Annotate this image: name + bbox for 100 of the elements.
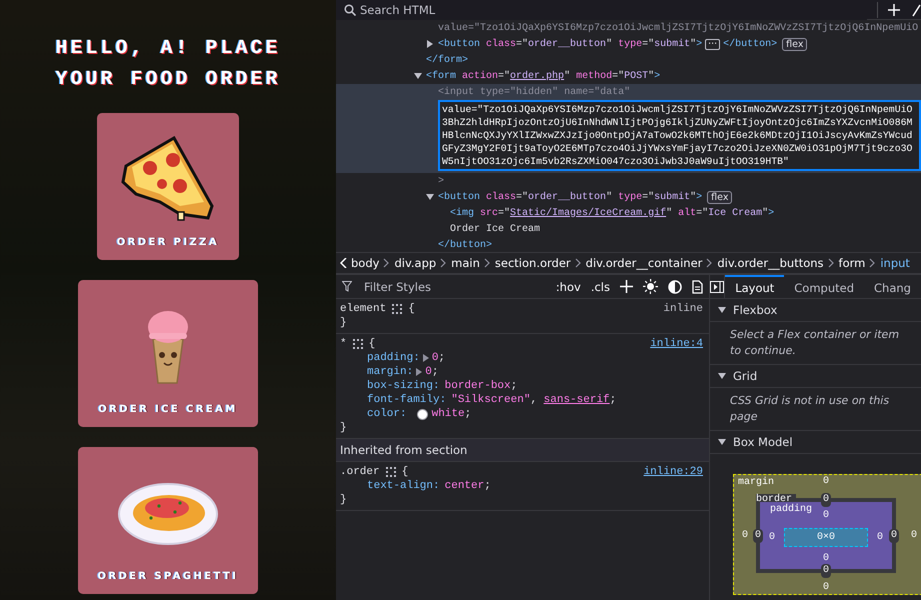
panel-tab[interactable]: Computed — [784, 275, 864, 298]
panel-tab[interactable]: Chang — [864, 275, 921, 298]
breadcrumb-item[interactable]: section.order — [490, 256, 575, 270]
property-name[interactable]: padding: — [367, 351, 420, 365]
code-line: value="Tzo1OiJQaXp6YSI6Mzp7czo1OiJwcmljZSI7TjtzOjY6ImNoZWVzZSI7TjtzOjQ6InNpemUiO — [438, 22, 918, 34]
chevron-icon — [706, 258, 714, 268]
property-name[interactable]: box-sizing: — [367, 379, 440, 393]
flex-badge[interactable]: flex — [782, 38, 808, 50]
property-name[interactable]: text-align: — [367, 479, 440, 493]
close-brace: } — [340, 493, 348, 507]
sun-icon[interactable] — [643, 279, 658, 294]
chevron-icon — [484, 258, 491, 268]
css-selector: .order — [340, 465, 380, 479]
dotted-square-icon[interactable] — [392, 304, 402, 314]
border-right-value[interactable]: 0 — [889, 528, 900, 542]
collapse-arrow-icon[interactable] — [718, 306, 726, 314]
property-value[interactable]: border-box; — [444, 379, 518, 393]
property-name[interactable]: font-family: — [367, 393, 446, 407]
chevron-icon — [869, 258, 876, 268]
scroll-left-icon[interactable] — [340, 258, 347, 268]
breadcrumb-item[interactable]: form — [834, 256, 870, 270]
link[interactable]: Static/Images/IceCream.gif — [510, 208, 666, 218]
border-top-value[interactable]: 0 — [820, 493, 831, 507]
collapsed-arrow-icon[interactable] — [426, 40, 434, 48]
code-line: </button> — [723, 38, 778, 50]
link[interactable]: order.php — [510, 70, 564, 82]
order-button[interactable]: ORDER SPAGHETTI — [78, 447, 258, 594]
margin-right-value[interactable]: 0 — [910, 530, 917, 541]
toolbar-toggle[interactable]: .cls — [590, 280, 610, 294]
property-value[interactable]: white; — [432, 407, 472, 421]
selected-row-highlight[interactable]: <input type="hidden" name="data" — [336, 84, 921, 100]
expanded-arrow-icon[interactable] — [426, 193, 434, 201]
collapse-arrow-icon[interactable] — [718, 438, 726, 446]
collapse-arrow-icon[interactable] — [718, 372, 726, 380]
color-swatch[interactable] — [416, 408, 428, 420]
source-link[interactable]: inline:4 — [650, 337, 703, 351]
border-bottom-value[interactable]: 0 — [820, 564, 831, 578]
dotted-square-icon[interactable] — [386, 467, 396, 477]
breadcrumb-item[interactable]: div.order__buttons — [713, 256, 828, 270]
breadcrumb-item[interactable]: body — [347, 256, 384, 270]
section-title[interactable]: Grid — [733, 369, 758, 383]
order-button[interactable]: ORDER ICE CREAM — [78, 280, 258, 427]
add-icon[interactable] — [888, 4, 900, 16]
search-icon — [344, 4, 356, 16]
source-label: inline — [663, 302, 703, 316]
order-button[interactable]: ORDER PIZZA — [96, 113, 240, 260]
property-name[interactable]: margin: — [367, 365, 414, 379]
chevron-icon — [574, 258, 582, 268]
contrast-icon[interactable] — [668, 280, 682, 294]
close-brace: } — [340, 316, 348, 330]
css-selector: * — [340, 337, 347, 351]
padding-bottom-value[interactable]: 0 — [822, 552, 829, 564]
content-size: 0×0 — [784, 528, 868, 547]
code-line[interactable]: <button class="order__button" type="submit"> — [438, 192, 702, 202]
sidebar-toggle-icon[interactable] — [710, 280, 724, 292]
filter-field[interactable]: Filter Styles — [362, 278, 546, 294]
property-value[interactable]: "Silkscreen", sans-serif; — [451, 393, 616, 407]
close-brace: } — [340, 421, 348, 435]
source-link[interactable]: inline:29 — [644, 465, 703, 479]
css-selector: element — [340, 302, 386, 316]
code-line[interactable]: <button class="order__button" type="submit"> — [438, 38, 702, 50]
code-line[interactable]: <form action="order.php" method="POST"> — [426, 70, 660, 82]
code-line: <img src="Static/Images/IceCream.gif" alt="Ice Cream"> — [450, 208, 774, 218]
breadcrumb-item[interactable]: div.order__container — [582, 256, 706, 270]
toolbar-toggle[interactable]: :hov — [556, 280, 581, 294]
code-line: <input type="hidden" name="data" — [438, 86, 630, 98]
padding-label: padding — [770, 504, 812, 515]
property-value[interactable]: center; — [444, 479, 491, 493]
dotted-square-icon[interactable] — [352, 339, 363, 349]
margin-label: margin — [738, 477, 774, 488]
filter-icon — [342, 281, 352, 292]
margin-top-value[interactable]: 0 — [822, 476, 829, 487]
section-title[interactable]: Flexbox — [733, 303, 778, 317]
collapsed-content-badge[interactable]: ⋯ — [705, 38, 720, 50]
margin-left-value[interactable]: 0 — [742, 530, 748, 541]
padding-top-value[interactable]: 0 — [822, 510, 829, 520]
breadcrumb-item[interactable]: input — [876, 256, 914, 270]
property-value[interactable]: 0; — [425, 365, 438, 379]
property-name[interactable]: color: — [367, 407, 407, 421]
chevron-icon — [383, 258, 390, 268]
flex-badge[interactable]: flex — [707, 190, 732, 204]
document-icon[interactable] — [692, 280, 703, 294]
section-heading: Inherited from section — [336, 439, 709, 462]
code-line: </button> — [438, 240, 492, 250]
section-title[interactable]: Box Model — [733, 435, 793, 449]
add-icon[interactable] — [620, 280, 633, 293]
open-brace: { — [368, 337, 376, 351]
code-line: > — [438, 176, 444, 186]
expanded-arrow-icon[interactable] — [414, 72, 422, 80]
open-brace: { — [402, 465, 408, 479]
property-value[interactable]: 0; — [432, 351, 446, 365]
attribute-value-editor[interactable]: value="Tzo1OiJQaXp6YSI6Mzp7czo1OiJwcmljZSI7TjtzOjY6ImNoZWVzZSI7TjtzOjQ6InNpemUiO 3BhZ2hldHRpIjozOntzOjU6InNhdWNlIjtPOjg6IkljZUNyZWFtIjoyOntzOjc6ImZsYXZvcnMiO086M HBlcnNcQXJyYXlIZWxwZXJzIjo0OntpOjA7aTowO2k6MTthOjE6e2k6MDtzOjI1OiJscyAvKmZsYWcud GFyZ3MgY2F0Ijt9aToyO2E6MTp7czo4OiJjYWxsYmFjayI7czo2OiJzeXN0ZW0iO31pOjM7Tjt9czo3O W5nIjtOO31zOjc6Im5vb2RsZXMiO047czo3OiJwb3J0aW9uIjtOO319HTB" — [438, 100, 921, 171]
padding-left-value[interactable]: 0 — [768, 532, 775, 543]
chevron-icon — [828, 258, 835, 268]
padding-right-value[interactable]: 0 — [876, 532, 883, 543]
margin-bottom-value[interactable]: 0 — [822, 582, 829, 593]
border-left-value[interactable]: 0 — [753, 528, 764, 542]
breadcrumb-item[interactable]: main — [447, 256, 484, 270]
breadcrumb-item[interactable]: div.app — [390, 256, 440, 270]
open-brace: { — [408, 302, 415, 316]
